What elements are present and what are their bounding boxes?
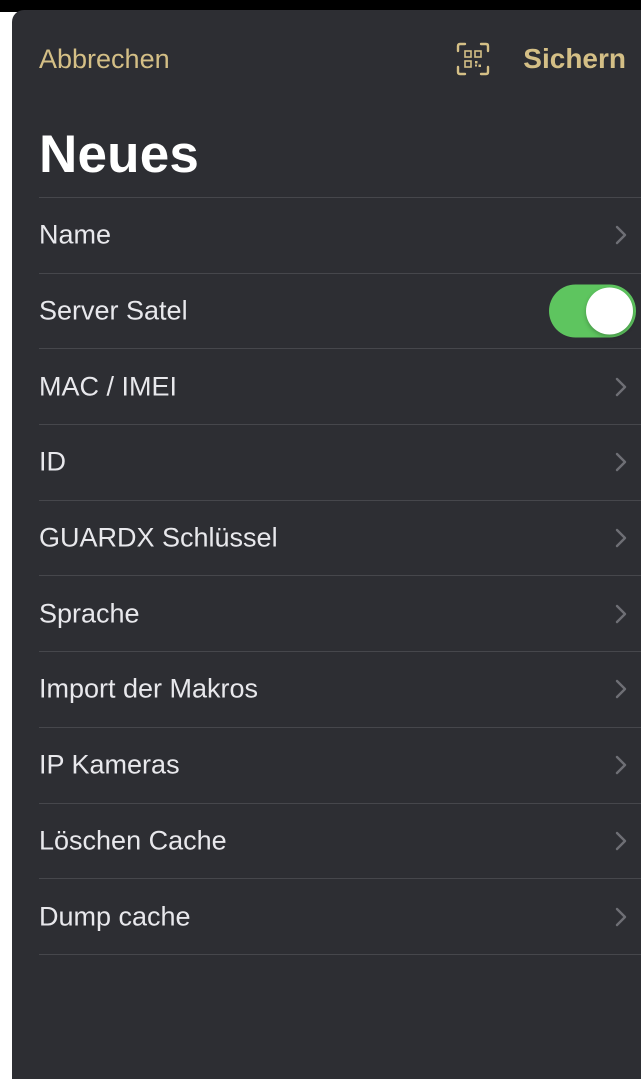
list-item-guardx-key[interactable]: GUARDX Schlüssel	[39, 501, 641, 577]
qr-code-scan-icon[interactable]	[456, 42, 490, 76]
chevron-right-icon	[615, 453, 627, 472]
list-item-label: ID	[39, 446, 66, 477]
list-item-dump-cache[interactable]: Dump cache	[39, 879, 641, 955]
page-title: Neues	[39, 125, 200, 184]
list-item-label: Sprache	[39, 598, 140, 629]
list-item-server-satel: Server Satel	[39, 274, 641, 350]
chevron-right-icon	[615, 831, 627, 851]
list-item-label: MAC / IMEI	[39, 371, 178, 402]
modal-sheet: Abbrechen Sichern Neues Name Server Sate…	[12, 10, 641, 1079]
server-satel-toggle[interactable]	[549, 284, 636, 338]
list-item-label: Import der Makros	[39, 673, 259, 704]
list-item-language[interactable]: Sprache	[39, 576, 641, 653]
list-item-label: Server Satel	[39, 295, 188, 326]
list-item-label: Dump cache	[39, 901, 191, 932]
list-item-id[interactable]: ID	[39, 425, 641, 501]
chevron-right-icon	[615, 755, 627, 775]
chevron-right-icon	[615, 377, 627, 396]
chevron-right-icon	[615, 604, 627, 623]
list-item-label: GUARDX Schlüssel	[39, 522, 278, 553]
list-item-name[interactable]: Name	[39, 198, 641, 274]
cancel-button[interactable]: Abbrechen	[39, 44, 170, 75]
save-button[interactable]: Sichern	[523, 43, 626, 75]
list-item-mac-imei[interactable]: MAC / IMEI	[39, 349, 641, 426]
list-item-label: Name	[39, 219, 112, 250]
chevron-right-icon	[615, 680, 627, 699]
chevron-right-icon	[615, 528, 627, 548]
list-item-label: IP Kameras	[39, 749, 180, 780]
chevron-right-icon	[615, 907, 627, 926]
list-item-ip-cameras[interactable]: IP Kameras	[39, 728, 641, 804]
chevron-right-icon	[615, 226, 627, 245]
toggle-knob	[586, 287, 633, 335]
navigation-bar: Abbrechen Sichern	[12, 10, 641, 110]
settings-list: Name Server Satel MAC / IMEI ID GUARDX S…	[39, 197, 641, 955]
list-item-clear-cache[interactable]: Löschen Cache	[39, 804, 641, 880]
list-item-label: Löschen Cache	[39, 825, 227, 856]
list-item-import-macros[interactable]: Import der Makros	[39, 652, 641, 728]
